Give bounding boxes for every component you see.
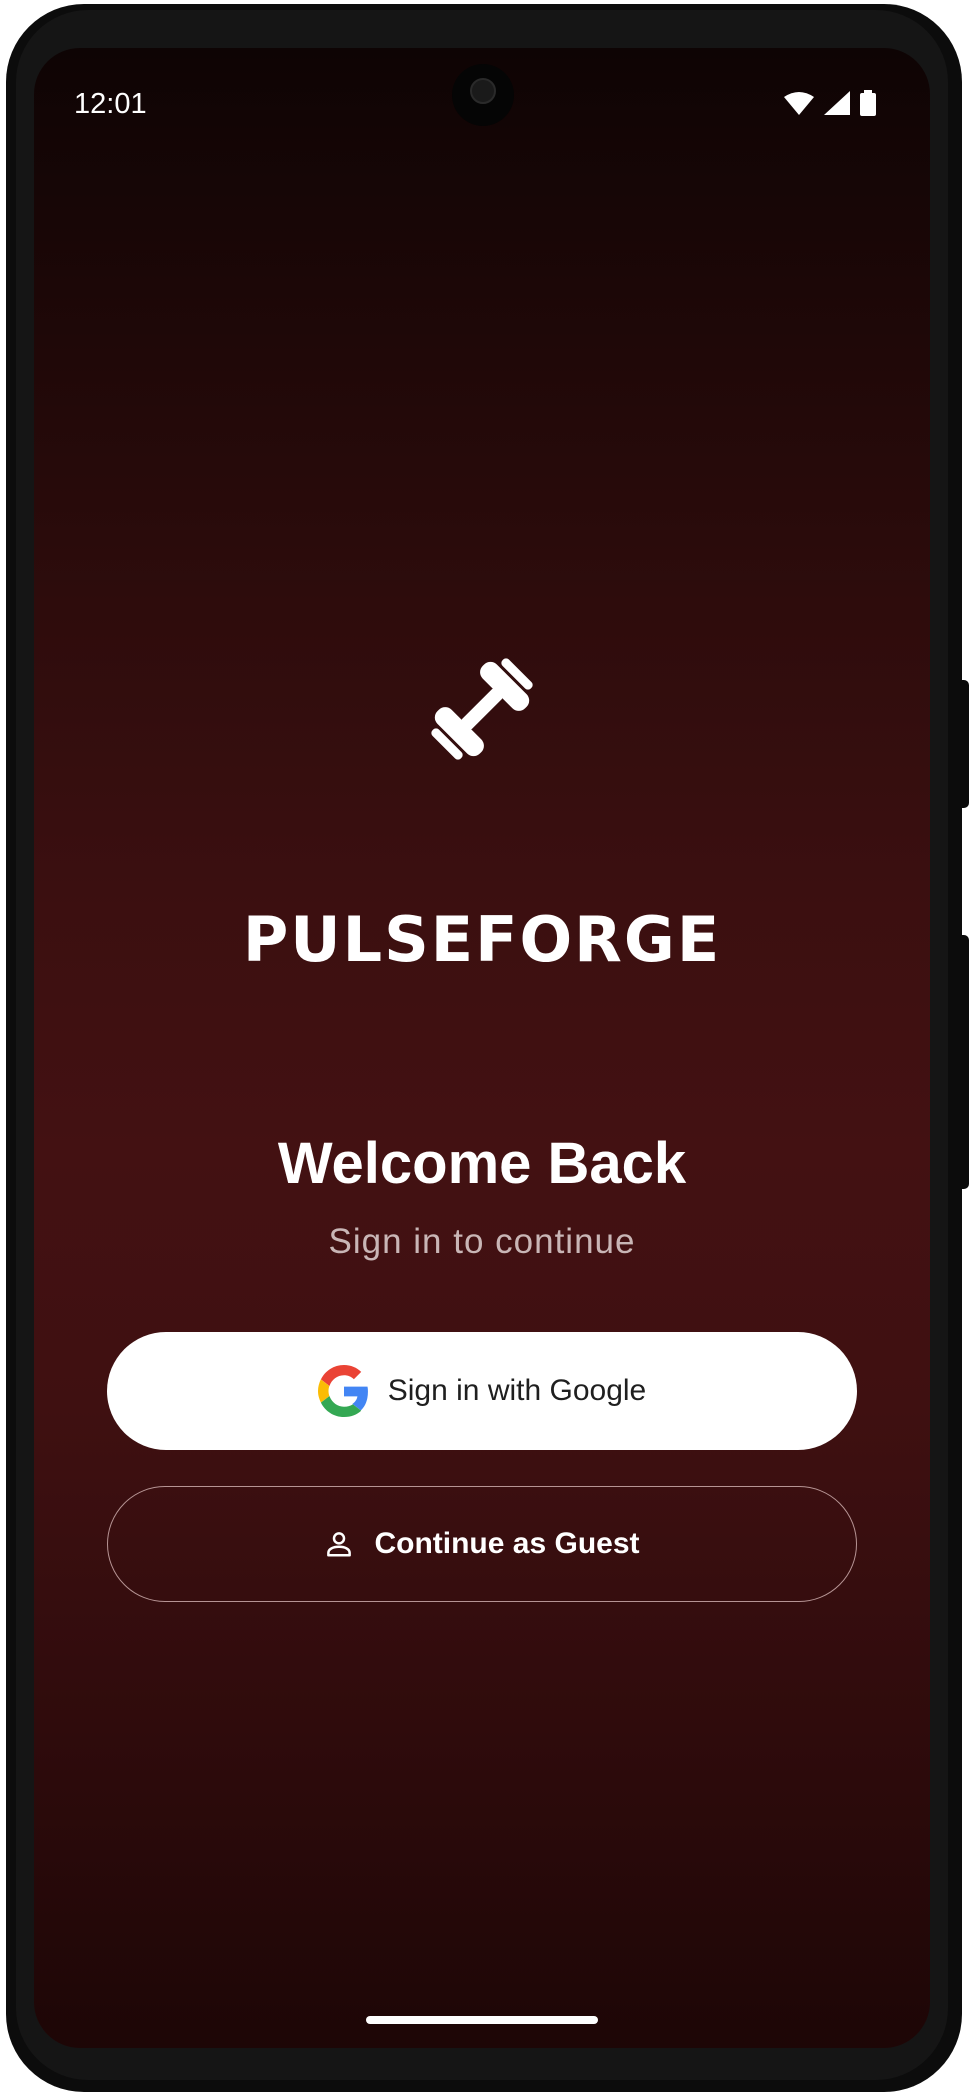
front-camera [452, 64, 514, 126]
volume-button [960, 680, 969, 808]
power-button [960, 935, 969, 1189]
dumbbell-icon [431, 658, 533, 760]
wifi-icon [784, 92, 814, 115]
guest-label: Continue as Guest [374, 1527, 640, 1560]
guest-button[interactable]: Continue as Guest [107, 1486, 857, 1602]
person-icon [327, 1532, 352, 1557]
status-time: 12:01 [74, 88, 147, 120]
google-signin-button[interactable]: Sign in with Google [107, 1332, 857, 1450]
welcome-title: Welcome Back [277, 1131, 687, 1196]
google-g-icon [317, 1365, 368, 1417]
brand-name: PULSEFORGE [242, 903, 722, 976]
welcome-subtitle: Sign in to continue [328, 1222, 636, 1261]
home-indicator[interactable] [366, 2016, 598, 2024]
app-screen: 12:01 PULSEFORGE Welcome Back Sign in to… [34, 48, 930, 2048]
battery-icon [860, 90, 876, 116]
cell-signal-icon [824, 91, 850, 115]
google-signin-label: Sign in with Google [387, 1374, 647, 1407]
status-icons [784, 90, 876, 116]
